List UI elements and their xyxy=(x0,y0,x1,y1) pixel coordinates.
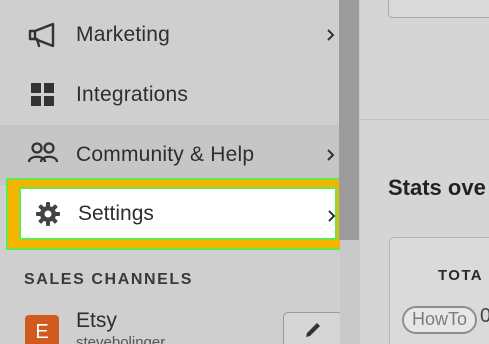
chevron-right-icon xyxy=(324,209,338,223)
sidebar-item-label: Marketing xyxy=(76,23,171,46)
sidebar-item-settings[interactable]: Settings xyxy=(19,187,337,240)
channel-subtitle: stevebolinger xyxy=(76,334,166,344)
watermark-logo: HowTo xyxy=(402,306,477,334)
pencil-icon xyxy=(303,320,323,344)
section-header-sales-channels: SALES CHANNELS xyxy=(24,271,194,288)
gear-icon xyxy=(31,197,65,231)
divider xyxy=(360,119,489,120)
grid-icon xyxy=(26,78,60,112)
chevron-right-icon xyxy=(323,28,337,42)
top-card xyxy=(388,0,489,18)
channel-name[interactable]: Etsy xyxy=(76,309,117,333)
sidebar-item-label: Settings xyxy=(78,202,154,225)
chevron-right-icon xyxy=(323,148,337,162)
stats-label: TOTA xyxy=(438,267,484,284)
settings-highlight: Settings xyxy=(6,178,351,250)
sidebar: Marketing Integrations Community & Help xyxy=(0,0,351,344)
sidebar-item-marketing[interactable]: Marketing xyxy=(0,5,340,65)
sidebar-item-integrations[interactable]: Integrations xyxy=(0,65,340,125)
stats-value: 0 xyxy=(480,305,489,327)
edit-channel-button[interactable] xyxy=(283,312,343,344)
sidebar-item-community-help[interactable]: Community & Help xyxy=(0,125,340,185)
megaphone-icon xyxy=(26,18,60,52)
etsy-badge-icon: E xyxy=(25,315,59,344)
stats-title: Stats ove xyxy=(388,175,486,200)
sidebar-item-label: Community & Help xyxy=(76,143,255,166)
sidebar-item-label: Integrations xyxy=(76,83,189,106)
scrollbar-thumb[interactable] xyxy=(339,0,359,240)
people-icon xyxy=(26,138,60,172)
